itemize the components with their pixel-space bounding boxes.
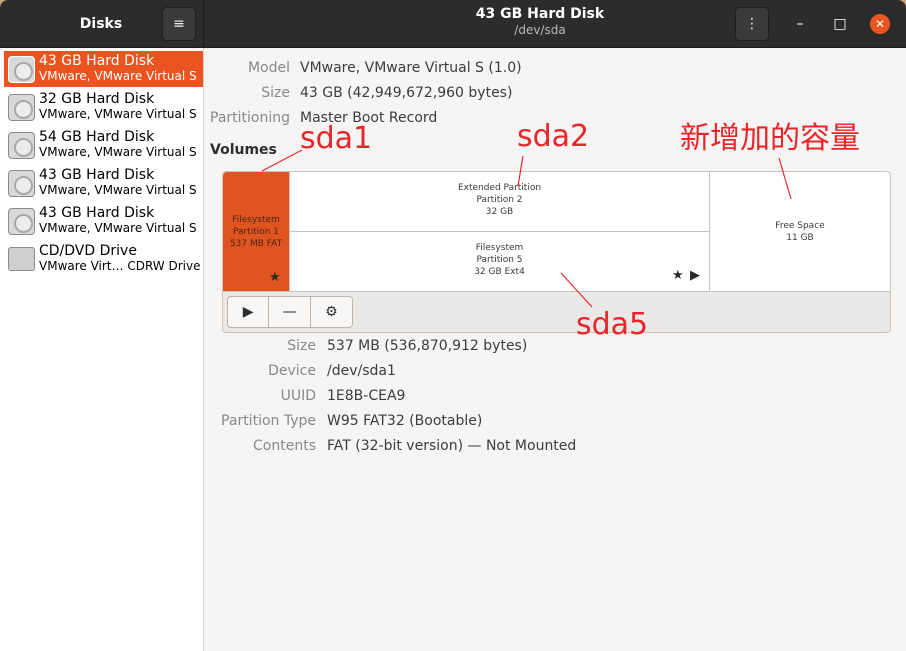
gear-icon: ⚙ bbox=[325, 304, 338, 320]
disk-list-sidebar: 43 GB Hard Disk VMware, VMware Virtual S… bbox=[0, 48, 204, 651]
disk-name: 54 GB Hard Disk bbox=[39, 130, 155, 145]
hamburger-menu-button[interactable]: ≡ bbox=[162, 7, 196, 41]
disk-name: CD/DVD Drive bbox=[39, 244, 137, 259]
partition-type-row: Partition Type W95 FAT32 (Bootable) bbox=[204, 413, 904, 433]
app-title-label: Disks bbox=[79, 16, 123, 32]
annotation-new-capacity: 新增加的容量 bbox=[680, 121, 860, 156]
volume-type: Extended Partition bbox=[457, 183, 542, 193]
optical-drive-icon bbox=[8, 247, 35, 271]
annotation-sda5: sda5 bbox=[576, 307, 649, 342]
disk-title: 43 GB Hard Disk bbox=[475, 6, 605, 22]
volume-type: Free Space bbox=[775, 221, 825, 231]
disk-list-item[interactable]: 43 GB Hard Disk VMware, VMware Virtual S bbox=[4, 165, 203, 201]
uuid-row: UUID 1E8B-CEA9 bbox=[204, 388, 904, 408]
bootable-star-icon: ★ bbox=[269, 270, 281, 285]
device-row: Device /dev/sda1 bbox=[204, 363, 904, 383]
mount-button[interactable]: ▶ bbox=[228, 297, 270, 327]
partition-size-row: Size 537 MB (536,870,912 bytes) bbox=[204, 338, 904, 358]
minimize-button[interactable]: – bbox=[790, 14, 810, 34]
disk-model: VMware, VMware Virtual S bbox=[39, 221, 197, 235]
uuid-value: 1E8B-CEA9 bbox=[327, 388, 406, 404]
kebab-menu-icon: ⋮ bbox=[745, 16, 759, 32]
drive-menu-button[interactable]: ⋮ bbox=[735, 7, 769, 41]
volume-partition: Partition 1 bbox=[232, 227, 280, 237]
volume-partition: Partition 5 bbox=[476, 255, 523, 265]
hard-disk-icon bbox=[8, 207, 35, 235]
window-title: 43 GB Hard Disk /dev/sda bbox=[340, 6, 740, 37]
maximize-button[interactable]: □ bbox=[830, 14, 850, 34]
disk-list-item[interactable]: 43 GB Hard Disk VMware, VMware Virtual S bbox=[4, 51, 203, 87]
volume-size: 537 MB FAT bbox=[229, 239, 283, 249]
volume-sda1[interactable]: Filesystem Partition 1 537 MB FAT ★ bbox=[223, 172, 289, 291]
volume-sda5[interactable]: Filesystem Partition 5 32 GB Ext4 ★ ▶ bbox=[289, 232, 709, 291]
disk-list-item[interactable]: 54 GB Hard Disk VMware, VMware Virtual S bbox=[4, 127, 203, 163]
partitioning-label: Partitioning bbox=[210, 110, 290, 126]
star-icon: ★ bbox=[672, 268, 684, 283]
play-icon: ▶ bbox=[242, 304, 254, 320]
hard-disk-icon bbox=[8, 131, 35, 159]
disk-size-row: Size 43 GB (42,949,672,960 bytes) bbox=[204, 85, 904, 105]
disks-window: Disks ≡ 43 GB Hard Disk /dev/sda ⋮ – □ ✕… bbox=[0, 0, 906, 651]
partition-type-value: W95 FAT32 (Bootable) bbox=[327, 413, 483, 429]
disk-model: VMware Virt… CDRW Drive bbox=[39, 259, 201, 273]
close-button[interactable]: ✕ bbox=[870, 14, 890, 34]
volumes-panel: Filesystem Partition 1 537 MB FAT ★ Exte… bbox=[222, 171, 891, 333]
contents-row: Contents FAT (32-bit version) — Not Moun… bbox=[204, 438, 904, 458]
disk-size-value: 43 GB (42,949,672,960 bytes) bbox=[300, 85, 513, 101]
annotation-sda1: sda1 bbox=[300, 121, 373, 156]
volume-type: Filesystem bbox=[232, 215, 280, 225]
disk-device-path: /dev/sda bbox=[514, 23, 566, 37]
disk-model: VMware, VMware Virtual S bbox=[39, 145, 197, 159]
header-divider bbox=[203, 0, 204, 48]
delete-partition-button[interactable]: — bbox=[269, 297, 311, 327]
partition-size-value: 537 MB (536,870,912 bytes) bbox=[327, 338, 528, 354]
hard-disk-icon bbox=[8, 93, 35, 121]
maximize-icon: □ bbox=[833, 16, 847, 32]
disk-list-item[interactable]: CD/DVD Drive VMware Virt… CDRW Drive bbox=[4, 241, 203, 277]
model-value: VMware, VMware Virtual S (1.0) bbox=[300, 60, 522, 76]
disk-name: 32 GB Hard Disk bbox=[39, 92, 155, 107]
partition-size-label: Size bbox=[287, 338, 316, 354]
volume-extended-partition[interactable]: Extended Partition Partition 2 32 GB bbox=[289, 172, 709, 232]
play-icon: ▶ bbox=[690, 268, 700, 283]
device-label: Device bbox=[268, 363, 316, 379]
disk-model: VMware, VMware Virtual S bbox=[39, 183, 197, 197]
volume-free-space[interactable]: Free Space 11 GB bbox=[709, 172, 890, 291]
annotation-sda2: sda2 bbox=[517, 119, 590, 154]
disk-name: 43 GB Hard Disk bbox=[39, 206, 155, 221]
volume-size: 32 GB bbox=[485, 207, 514, 217]
volume-size: 32 GB Ext4 bbox=[474, 267, 525, 277]
partition-type-label: Partition Type bbox=[221, 413, 316, 429]
disk-name: 43 GB Hard Disk bbox=[39, 168, 155, 183]
uuid-label: UUID bbox=[280, 388, 316, 404]
volume-size: 11 GB bbox=[786, 233, 814, 243]
disk-model: VMware, VMware Virtual S bbox=[39, 69, 197, 83]
minus-icon: — bbox=[282, 304, 297, 320]
hard-disk-icon bbox=[8, 55, 35, 83]
partition-settings-button[interactable]: ⚙ bbox=[311, 297, 352, 327]
disk-list-item[interactable]: 32 GB Hard Disk VMware, VMware Virtual S bbox=[4, 89, 203, 125]
hamburger-icon: ≡ bbox=[173, 16, 185, 32]
contents-label: Contents bbox=[253, 438, 316, 454]
disk-list-item[interactable]: 43 GB Hard Disk VMware, VMware Virtual S bbox=[4, 203, 203, 239]
model-label: Model bbox=[247, 60, 290, 76]
disk-model: VMware, VMware Virtual S bbox=[39, 107, 197, 121]
disk-size-label: Size bbox=[261, 85, 290, 101]
close-icon: ✕ bbox=[874, 17, 886, 31]
volumes-heading: Volumes bbox=[210, 142, 277, 158]
header-bar: Disks ≡ 43 GB Hard Disk /dev/sda ⋮ – □ ✕ bbox=[0, 0, 906, 48]
device-value: /dev/sda1 bbox=[327, 363, 396, 379]
minimize-icon: – bbox=[796, 16, 804, 32]
volume-partition: Partition 2 bbox=[476, 195, 523, 205]
volume-toolbar: ▶ — ⚙ bbox=[227, 296, 353, 328]
disk-name: 43 GB Hard Disk bbox=[39, 54, 155, 69]
volume-map: Filesystem Partition 1 537 MB FAT ★ Exte… bbox=[223, 172, 890, 292]
volume-type: Filesystem bbox=[475, 243, 524, 253]
model-row: Model VMware, VMware Virtual S (1.0) bbox=[204, 60, 904, 80]
hard-disk-icon bbox=[8, 169, 35, 197]
contents-value: FAT (32-bit version) — Not Mounted bbox=[327, 438, 577, 454]
